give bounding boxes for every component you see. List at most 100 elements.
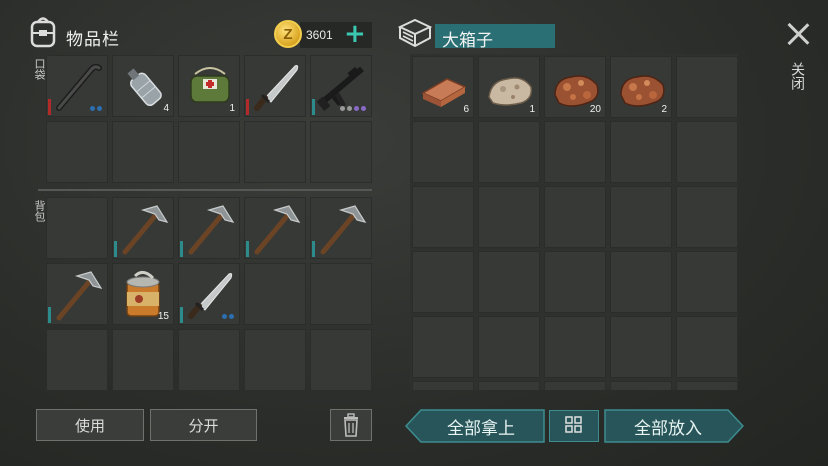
- pickaxe-icon: [113, 198, 175, 264]
- backpack-slot[interactable]: [178, 197, 240, 259]
- pocket-slot[interactable]: 4: [112, 55, 174, 117]
- backpack-icon: [30, 17, 56, 48]
- pocket-slot[interactable]: [244, 55, 306, 117]
- box-slot[interactable]: [676, 251, 738, 313]
- box-slot[interactable]: [478, 186, 540, 248]
- section-divider: [38, 189, 372, 191]
- item-count: 6: [463, 104, 469, 115]
- durability-bar: [180, 241, 183, 257]
- durability-bar: [246, 99, 249, 115]
- pocket-slot[interactable]: [46, 121, 108, 183]
- box-icon: [398, 18, 432, 48]
- coin-icon: Z: [274, 20, 302, 48]
- backpack-slot[interactable]: [46, 263, 108, 325]
- backpack-label: 背包: [33, 200, 46, 222]
- trash-icon: [344, 413, 358, 437]
- durability-bar: [48, 307, 51, 323]
- box-slot[interactable]: [478, 316, 540, 378]
- pocket-slot[interactable]: [178, 121, 240, 183]
- item-count: 1: [229, 103, 235, 114]
- backpack-slot[interactable]: [46, 329, 108, 391]
- backpack-slot[interactable]: [112, 329, 174, 391]
- coin-count: 3601: [306, 28, 333, 42]
- durability-bar: [180, 307, 183, 323]
- durability-bar: [246, 241, 249, 257]
- machete-icon: [245, 56, 307, 122]
- pickaxe-icon: [311, 198, 373, 264]
- item-quality-dots: [222, 314, 234, 319]
- box-slot[interactable]: [412, 121, 474, 183]
- backpack-slot[interactable]: [178, 329, 240, 391]
- pocket-slot[interactable]: [46, 55, 108, 117]
- item-quality-dots: [340, 106, 366, 111]
- box-slot[interactable]: [676, 316, 738, 378]
- box-slot[interactable]: [610, 381, 672, 390]
- box-slot[interactable]: [478, 121, 540, 183]
- item-count: 1: [529, 104, 535, 115]
- pocket-slot[interactable]: [244, 121, 306, 183]
- durability-bar: [312, 241, 315, 257]
- backpack-slot[interactable]: [178, 263, 240, 325]
- backpack-slot[interactable]: [310, 197, 372, 259]
- durability-bar: [312, 99, 315, 115]
- box-slot[interactable]: [676, 121, 738, 183]
- backpack-slot[interactable]: [244, 329, 306, 391]
- box-slot[interactable]: [412, 251, 474, 313]
- box-slot[interactable]: [544, 121, 606, 183]
- backpack-slot[interactable]: [244, 197, 306, 259]
- box-slot[interactable]: 6: [412, 56, 474, 118]
- box-slot[interactable]: [610, 186, 672, 248]
- box-slot[interactable]: [412, 381, 474, 390]
- pickaxe-icon: [179, 198, 241, 264]
- item-count: 20: [589, 104, 601, 115]
- crowbar-icon: [47, 56, 109, 122]
- sort-button[interactable]: [549, 410, 599, 442]
- pocket-slot[interactable]: [310, 55, 372, 117]
- box-slot[interactable]: [610, 251, 672, 313]
- box-slot[interactable]: 20: [544, 56, 606, 118]
- box-slot[interactable]: 1: [478, 56, 540, 118]
- pocket-slot[interactable]: [112, 121, 174, 183]
- pocket-slot[interactable]: [310, 121, 372, 183]
- box-slot[interactable]: [544, 186, 606, 248]
- put-all-button[interactable]: 全部放入: [606, 409, 730, 443]
- box-slot[interactable]: [676, 56, 738, 118]
- add-coins-button[interactable]: +: [344, 20, 366, 48]
- close-label[interactable]: 关闭: [789, 62, 807, 90]
- box-slot[interactable]: [478, 251, 540, 313]
- backpack-slot[interactable]: [112, 197, 174, 259]
- box-slot[interactable]: [544, 316, 606, 378]
- pocket-slot[interactable]: 1: [178, 55, 240, 117]
- backpack-slot[interactable]: [46, 197, 108, 259]
- take-all-button[interactable]: 全部拿上: [418, 409, 544, 443]
- box-slot[interactable]: [676, 186, 738, 248]
- box-slot[interactable]: [544, 381, 606, 390]
- item-quality-dots: [90, 106, 102, 111]
- trash-button[interactable]: [330, 409, 372, 441]
- box-slot[interactable]: [412, 186, 474, 248]
- grid-icon: [565, 416, 582, 433]
- box-title: 大箱子: [442, 31, 493, 51]
- inventory-title: 物品栏: [66, 30, 120, 50]
- box-slot[interactable]: [610, 316, 672, 378]
- box-slot[interactable]: [544, 251, 606, 313]
- close-icon[interactable]: [786, 22, 810, 46]
- use-button[interactable]: 使用: [36, 409, 144, 441]
- machete-icon: [179, 264, 241, 330]
- item-count: 4: [163, 103, 169, 114]
- backpack-slot[interactable]: [244, 263, 306, 325]
- backpack-slot[interactable]: [310, 263, 372, 325]
- backpack-slot[interactable]: [310, 329, 372, 391]
- box-slot[interactable]: [610, 121, 672, 183]
- pickaxe-icon: [47, 264, 109, 330]
- box-panel: 6 1 20 2: [410, 54, 738, 390]
- item-count: 15: [157, 311, 169, 322]
- backpack-slot[interactable]: 15: [112, 263, 174, 325]
- durability-bar: [114, 241, 117, 257]
- box-slot[interactable]: [478, 381, 540, 390]
- box-slot[interactable]: [412, 316, 474, 378]
- split-button[interactable]: 分开: [150, 409, 257, 441]
- box-slot[interactable]: [676, 381, 738, 390]
- durability-bar: [48, 99, 51, 115]
- box-slot[interactable]: 2: [610, 56, 672, 118]
